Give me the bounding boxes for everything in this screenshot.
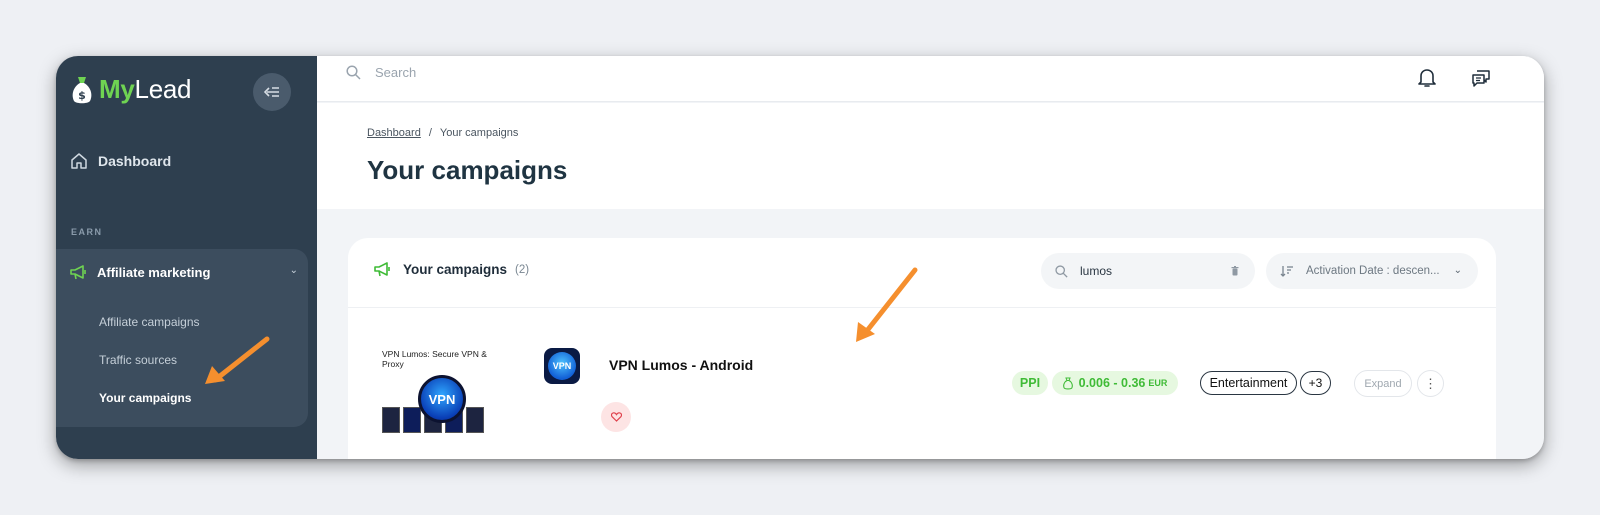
- campaign-count: (2): [515, 263, 530, 276]
- home-icon: [71, 153, 87, 169]
- campaign-thumbnail: VPN Lumos: Secure VPN & Proxy VPN: [378, 339, 543, 434]
- collapse-menu-icon: [264, 87, 279, 97]
- sort-select[interactable]: Activation Date : descen... ⌄: [1266, 253, 1478, 289]
- sidebar-item-dashboard[interactable]: Dashboard: [70, 152, 171, 170]
- global-search[interactable]: Search: [346, 65, 416, 80]
- clear-icon[interactable]: [1231, 266, 1239, 276]
- moneybag-small-icon: [1062, 377, 1073, 390]
- expand-button[interactable]: Expand: [1354, 370, 1412, 397]
- category-tag[interactable]: Entertainment: [1200, 371, 1297, 395]
- vpn-badge: VPN: [418, 375, 466, 423]
- search-icon: [346, 65, 361, 80]
- campaigns-card: Your campaigns (2) lumos Activation Date…: [348, 238, 1496, 459]
- app-window: $ MyLead Dashboard EARN Affiliate market…: [56, 56, 1544, 459]
- chevron-down-icon: ⌄: [289, 265, 298, 276]
- chevron-down-icon: ⌄: [1453, 265, 1462, 276]
- messages-button[interactable]: [1469, 66, 1493, 90]
- favorite-button[interactable]: [601, 402, 631, 432]
- main-content: Search Dashboard / Your campaigns Your c…: [317, 56, 1544, 459]
- sidebar-item-label: Dashboard: [98, 153, 172, 169]
- filter-value: lumos: [1080, 264, 1113, 278]
- sidebar: $ MyLead Dashboard EARN Affiliate market…: [56, 56, 322, 459]
- megaphone-icon: [70, 265, 86, 280]
- chat-icon: [1472, 70, 1490, 87]
- breadcrumb: Dashboard / Your campaigns: [367, 127, 518, 139]
- payout-value: 0.006 - 0.36: [1078, 376, 1146, 390]
- card-title: Your campaigns (2): [374, 262, 529, 277]
- page-header: Dashboard / Your campaigns Your campaign…: [317, 103, 1544, 209]
- megaphone-icon: [374, 262, 390, 277]
- campaign-type-badge: PPI: [1012, 371, 1048, 395]
- app-icon-label: VPN: [548, 352, 576, 380]
- card-header: Your campaigns (2) lumos Activation Date…: [348, 238, 1496, 308]
- app-icon: VPN: [544, 348, 580, 384]
- payout-currency: EUR: [1148, 378, 1168, 388]
- sort-value: Activation Date : descen...: [1306, 265, 1440, 277]
- page-title: Your campaigns: [367, 155, 568, 185]
- payout-badge: 0.006 - 0.36 EUR: [1052, 371, 1178, 395]
- card-title-text: Your campaigns: [403, 262, 508, 277]
- heart-icon: [610, 412, 622, 422]
- row-options-button[interactable]: ⋮: [1417, 370, 1444, 397]
- breadcrumb-separator: /: [428, 127, 432, 139]
- sidebar-item-traffic-sources[interactable]: Traffic sources: [99, 353, 177, 367]
- campaign-row[interactable]: VPN Lumos: Secure VPN & Proxy VPN VPN VP…: [348, 309, 1496, 459]
- sidebar-item-affiliate-campaigns[interactable]: Affiliate campaigns: [99, 315, 200, 329]
- search-input[interactable]: Search: [375, 65, 416, 80]
- logo[interactable]: $ MyLead: [71, 74, 191, 105]
- sidebar-group-label: Affiliate marketing: [97, 265, 211, 280]
- collapse-sidebar-button[interactable]: [253, 73, 291, 111]
- thumbnail-caption: VPN Lumos: Secure VPN & Proxy: [382, 349, 487, 369]
- sidebar-group-toggle[interactable]: Affiliate marketing ⌄: [70, 265, 298, 280]
- more-categories-tag[interactable]: +3: [1300, 371, 1331, 395]
- section-label-earn: EARN: [71, 227, 103, 237]
- money-bag-icon: $: [72, 76, 92, 103]
- breadcrumb-home-link[interactable]: Dashboard: [367, 127, 421, 139]
- campaign-name[interactable]: VPN Lumos - Android: [609, 357, 753, 373]
- notifications-button[interactable]: [1415, 66, 1439, 90]
- logo-text: MyLead: [99, 74, 192, 104]
- breadcrumb-current: Your campaigns: [439, 127, 519, 139]
- sidebar-group-affiliate-marketing: Affiliate marketing ⌄ Affiliate campaign…: [56, 249, 308, 427]
- search-icon: [1055, 264, 1068, 278]
- top-bar: Search: [317, 56, 1544, 102]
- sort-icon: [1280, 266, 1293, 277]
- campaign-filter-input[interactable]: lumos: [1041, 253, 1255, 289]
- sidebar-item-your-campaigns[interactable]: Your campaigns: [99, 391, 191, 405]
- kebab-icon: ⋮: [1424, 375, 1437, 391]
- svg-text:$: $: [78, 89, 86, 102]
- bell-icon: [1418, 69, 1436, 87]
